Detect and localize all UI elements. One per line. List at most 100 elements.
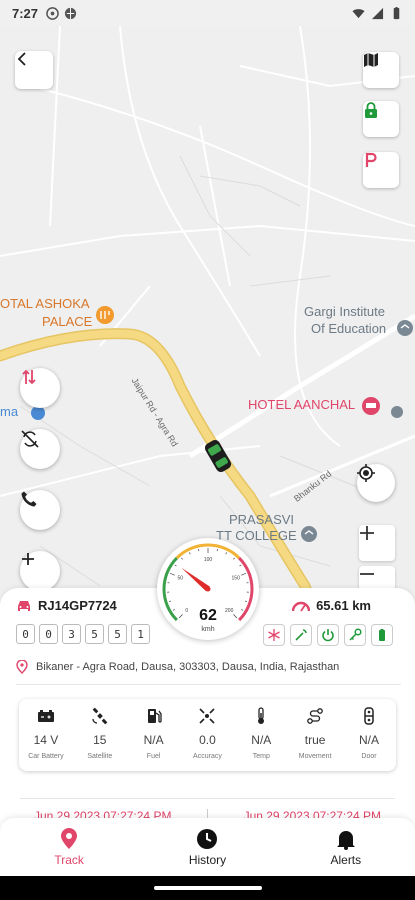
speedo-tick-label: 50 xyxy=(178,576,184,582)
stat-temp: N/A Temp xyxy=(235,707,287,771)
speedo-arc xyxy=(238,556,254,622)
map-label-hotel-ashoka-1: OTAL ASHOKA xyxy=(0,296,90,311)
wrench-icon xyxy=(295,629,307,641)
signal-icon xyxy=(371,7,384,19)
map-label-prasasvi-1: PRASASVI xyxy=(229,512,295,527)
parking-brake-status[interactable] xyxy=(290,624,312,646)
bottom-nav: Track History Alerts xyxy=(0,818,415,876)
distance-row: 65.61 km xyxy=(292,598,371,613)
status-app-icon xyxy=(46,6,59,20)
ac-status[interactable] xyxy=(263,624,285,646)
key-status[interactable] xyxy=(344,624,366,646)
map-label-hotel-ashoka-2: PALACE xyxy=(42,314,93,329)
speedo-tick-label: 150 xyxy=(232,576,241,582)
map-label-left: ma xyxy=(0,404,19,419)
stat-value: N/A xyxy=(143,733,164,747)
stat-label: Door xyxy=(361,753,377,760)
speedo-tick-label: 200 xyxy=(225,608,234,614)
stat-accuracy: 0.0 Accuracy xyxy=(181,707,233,771)
poi-pin-left xyxy=(31,406,45,420)
map-label-hotel-aanchal: HOTEL AANCHAL xyxy=(248,397,356,412)
stat-value: 15 xyxy=(93,733,107,747)
stat-label: Car Battery xyxy=(28,753,64,760)
poi-pin-hotel-ashoka xyxy=(96,306,114,324)
location-pin-icon xyxy=(61,827,78,849)
nav-track-label: Track xyxy=(54,852,84,867)
map-type-button[interactable] xyxy=(363,52,399,88)
system-nav-bar xyxy=(0,876,415,900)
lock-button[interactable] xyxy=(363,101,399,137)
status-icons xyxy=(263,624,393,646)
lock-icon xyxy=(365,102,377,118)
status-globe-icon xyxy=(64,7,77,19)
speedo-tick xyxy=(189,552,191,555)
poi-pin-hotel-aanchal xyxy=(362,397,380,415)
snowflake-icon xyxy=(268,629,280,641)
map-view[interactable]: OTAL ASHOKA PALACE Gargi Institute Of Ed… xyxy=(0,26,415,626)
speed-gauge-icon xyxy=(292,601,311,611)
battery-status[interactable] xyxy=(371,624,393,646)
parking-button[interactable] xyxy=(363,152,399,188)
odometer-digit: 0 xyxy=(39,624,58,644)
key-icon xyxy=(349,628,362,641)
speedo-tick xyxy=(178,614,183,619)
bell-icon xyxy=(336,830,355,850)
speedo-tick xyxy=(169,572,175,576)
speedo-tick xyxy=(239,564,242,567)
stat-label: Temp xyxy=(252,753,270,760)
speedo-tick-label: 0 xyxy=(185,608,188,614)
zoom-in-icon xyxy=(360,526,374,540)
odometer-digit: 5 xyxy=(108,624,127,644)
map-label-gargi-2: Of Education xyxy=(311,321,387,336)
clock-icon xyxy=(197,828,218,849)
ignition-status[interactable] xyxy=(317,624,339,646)
nav-alerts[interactable]: Alerts xyxy=(277,818,415,876)
stat-value: N/A xyxy=(358,733,379,747)
parking-icon xyxy=(365,152,377,167)
stat-value: 14 V xyxy=(33,733,59,747)
route-toggle-button[interactable] xyxy=(20,368,60,408)
car-battery-icon xyxy=(37,710,54,722)
zoom-out-icon xyxy=(360,573,374,575)
swap-arrows-icon xyxy=(22,369,36,385)
chevron-left-icon xyxy=(17,52,26,66)
speedometer: 0 50 100 150 200 62 kmh xyxy=(157,538,259,640)
home-handle[interactable] xyxy=(154,886,262,890)
back-button[interactable] xyxy=(15,51,53,89)
call-button[interactable] xyxy=(20,490,60,530)
sync-off-button[interactable] xyxy=(20,429,60,469)
speedo-tick xyxy=(244,600,248,603)
gps-icon xyxy=(357,464,375,482)
stat-value: true xyxy=(304,733,326,747)
odometer-digit: 5 xyxy=(85,624,104,644)
stat-car-battery: 14 V Car Battery xyxy=(20,707,72,771)
speedo-tick xyxy=(172,609,175,611)
speedo-needle xyxy=(181,567,210,592)
stat-label: Accuracy xyxy=(193,753,222,760)
add-button[interactable] xyxy=(20,551,60,591)
speedo-tick xyxy=(225,552,227,555)
fuel-icon xyxy=(147,709,162,723)
odometer-digit: 3 xyxy=(62,624,81,644)
nav-history-label: History xyxy=(188,852,227,867)
my-location-button[interactable] xyxy=(357,464,395,502)
location-pin-icon xyxy=(16,660,28,674)
stat-label: Fuel xyxy=(146,753,161,760)
odometer-digit: 0 xyxy=(16,624,35,644)
vehicle-plate: RJ14GP7724 xyxy=(38,598,117,613)
stat-door: N/A Door xyxy=(343,707,395,771)
address-row: Bikaner - Agra Road, Dausa, 303303, Daus… xyxy=(16,660,401,685)
nav-history[interactable]: History xyxy=(138,818,276,876)
poi-pin-prasasvi xyxy=(301,526,317,542)
speed-value: 62 xyxy=(199,607,217,624)
zoom-in-button[interactable] xyxy=(359,525,395,561)
status-bar: 7:27 xyxy=(0,0,415,26)
power-icon xyxy=(322,629,334,642)
map-label-gargi-1: Gargi Institute xyxy=(304,304,385,319)
accuracy-icon xyxy=(199,708,216,724)
speedo-tick xyxy=(174,564,177,567)
stat-label: Movement xyxy=(298,753,332,760)
speedo-hub xyxy=(205,586,211,592)
stat-value: 0.0 xyxy=(199,733,216,747)
nav-track[interactable]: Track xyxy=(0,818,138,876)
